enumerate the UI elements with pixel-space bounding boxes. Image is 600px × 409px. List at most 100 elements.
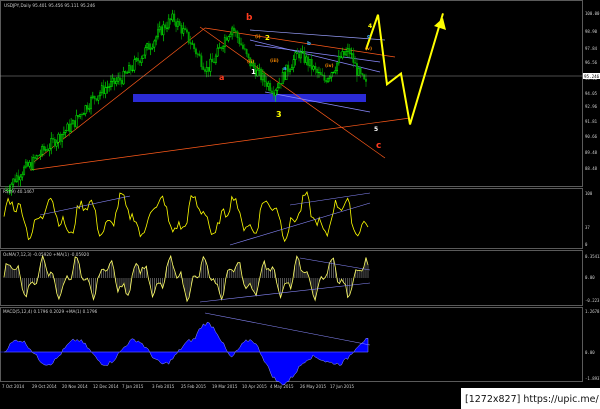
candle-body [278, 83, 281, 89]
candle-body [289, 69, 291, 72]
time-axis: 7 Oct 2014 29 Oct 2014 20 Nov 2014 12 Dec 2… [2, 384, 355, 389]
candle-body [146, 43, 149, 49]
candle-body [281, 72, 284, 85]
candle-body [307, 56, 310, 66]
candle-body [207, 67, 210, 72]
price-tick: 94.05 [585, 91, 598, 96]
wave-projection [365, 13, 446, 125]
candle-body [64, 130, 67, 133]
candle-body [330, 72, 333, 78]
candle-body [205, 67, 208, 72]
candle-body [66, 123, 69, 131]
candle-body [218, 47, 221, 49]
candle-body [153, 40, 156, 48]
candle-body [209, 58, 212, 72]
wave-label: (i) [255, 34, 261, 40]
candle-body [243, 48, 246, 50]
candle-body [50, 138, 53, 149]
candle-body [129, 65, 132, 71]
osma-trend-line [299, 257, 371, 271]
candle-body [359, 67, 362, 74]
candle-body [327, 78, 329, 83]
candle-body [242, 44, 244, 49]
candle-body [176, 21, 179, 27]
candle-body [30, 162, 33, 170]
candle-body [167, 18, 170, 29]
indicator-tick: 0.35413 [585, 254, 600, 259]
rsi-label: RSI(9) 40.1467 [3, 189, 35, 194]
candle-body [14, 178, 16, 183]
candle-body [142, 54, 145, 59]
current-price-value: 95.246 [584, 74, 600, 79]
candle-body [214, 55, 217, 64]
candle-body [23, 166, 26, 175]
candle-body [157, 29, 159, 38]
candle-body [97, 95, 100, 101]
candle-body [240, 43, 243, 46]
candle-body [102, 85, 105, 95]
indicator-axes: 100 37 0 0.35413 0.00 -0.22312 1.2678 0.00 -1.89… [585, 191, 600, 381]
candle-body [346, 48, 349, 52]
candle-body [164, 24, 167, 29]
candle-body [119, 77, 121, 81]
candle-body [318, 72, 320, 74]
candle-body [223, 37, 226, 48]
candle-body [204, 69, 206, 72]
candle-body [274, 90, 277, 96]
candle-body [280, 83, 282, 85]
watermark: [1272x827] https://upic.me/ [465, 394, 599, 405]
price-tick: 92.96 [585, 104, 598, 109]
trend-line [199, 26, 386, 159]
time-tick: 17 Jun 2015 [330, 384, 355, 389]
candle-body [91, 95, 94, 98]
indicator-tick: -0.22312 [585, 298, 600, 303]
price-tick: 90.66 [585, 134, 598, 139]
candle-body [354, 62, 357, 64]
wave-label: (v) [365, 46, 372, 52]
candle-body [193, 43, 196, 50]
candle-body [62, 132, 65, 135]
candle-body [180, 25, 183, 34]
trend-line [249, 29, 386, 41]
candle-body [185, 29, 188, 33]
trend-line [29, 117, 411, 171]
candle-body [229, 33, 232, 37]
candle-body [162, 24, 165, 36]
time-tick: 12 Dec 2014 [93, 384, 119, 389]
candle-body [296, 52, 299, 55]
panel-frames [0, 0, 583, 382]
wave-label: c [376, 141, 381, 151]
candle-body [68, 123, 71, 132]
candle-body [325, 80, 328, 83]
rsi-trend-line [289, 192, 371, 206]
price-tick: 88.48 [585, 166, 598, 171]
macd-series [0, 312, 371, 386]
candle-body [328, 76, 331, 79]
candle-body [345, 51, 348, 56]
osma-series [3, 254, 371, 303]
candle-body [270, 90, 273, 93]
candle-body [187, 31, 190, 43]
projection-arrowhead [434, 18, 446, 30]
candle-body [111, 77, 114, 82]
candle-body [109, 81, 112, 87]
price-panel-frame [0, 0, 583, 187]
candle-body [299, 51, 302, 59]
candle-body [216, 47, 219, 57]
candle-body [196, 53, 199, 55]
osma-trend-line [199, 282, 371, 303]
candle-body [294, 52, 297, 60]
candle-body [245, 48, 248, 55]
candle-body [287, 64, 290, 72]
candle-body [81, 113, 83, 116]
time-tick: 7 Jan 2015 [122, 384, 144, 389]
candle-body [261, 73, 264, 81]
time-tick: 26 May 2015 [300, 384, 327, 389]
time-tick: 19 Mar 2015 [212, 384, 238, 389]
candle-body [88, 108, 91, 110]
time-tick: 10 Apr 2015 [242, 384, 267, 389]
indicator-tick: -1.8937 [585, 376, 600, 381]
candle-body [198, 53, 201, 57]
candlestick-series [5, 9, 367, 196]
candle-body [213, 61, 215, 64]
